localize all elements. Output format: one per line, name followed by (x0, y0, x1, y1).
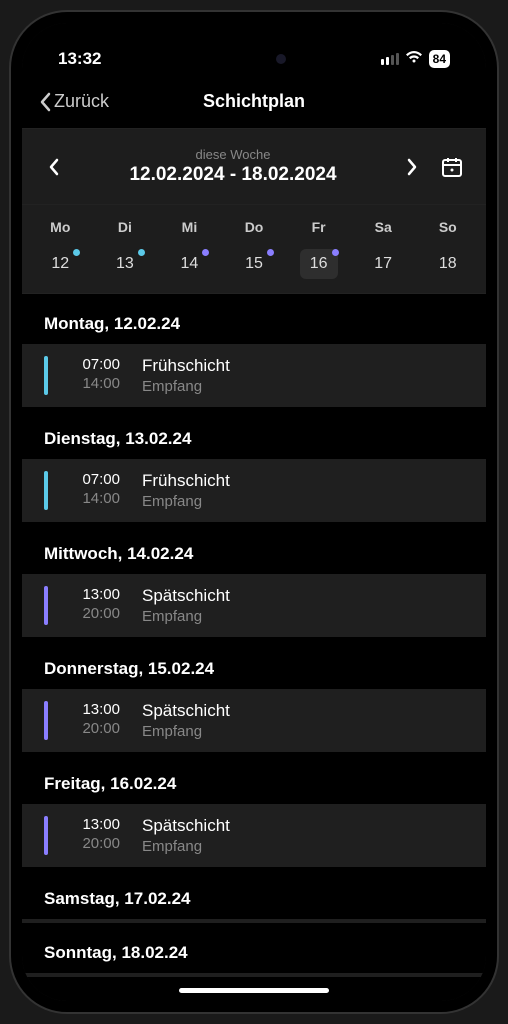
day-cell-fr[interactable]: Fr 16 (286, 219, 351, 279)
day-abbr: So (415, 219, 480, 235)
shift-info: Spätschicht Empfang (120, 816, 230, 855)
shift-times: 13:00 20:00 (48, 816, 120, 855)
week-range: 12.02.2024 - 18.02.2024 (78, 164, 388, 186)
next-week-button[interactable] (402, 157, 422, 177)
shift-row[interactable]: 07:00 14:00 Frühschicht Empfang (22, 459, 486, 522)
shift-info: Spätschicht Empfang (120, 586, 230, 625)
calendar-icon[interactable] (440, 155, 464, 179)
shift-dot-icon (138, 249, 145, 256)
shift-row[interactable]: 13:00 20:00 Spätschicht Empfang (22, 689, 486, 752)
shift-times: 13:00 20:00 (48, 586, 120, 625)
empty-day-row (22, 973, 486, 977)
shift-start: 13:00 (58, 586, 120, 603)
day-abbr: Fr (286, 219, 351, 235)
section-header: Freitag, 16.02.24 (22, 754, 486, 804)
prev-week-button[interactable] (44, 157, 64, 177)
shift-name: Frühschicht (142, 471, 230, 491)
section-header: Montag, 12.02.24 (22, 294, 486, 344)
section-header: Dienstag, 13.02.24 (22, 409, 486, 459)
shift-end: 14:00 (58, 490, 120, 507)
week-label: diese Woche (78, 147, 388, 162)
day-abbr: Do (222, 219, 287, 235)
shift-name: Spätschicht (142, 701, 230, 721)
status-time: 13:32 (58, 49, 101, 69)
day-abbr: Sa (351, 219, 416, 235)
day-number: 13 (116, 255, 134, 273)
week-display[interactable]: diese Woche 12.02.2024 - 18.02.2024 (78, 147, 388, 186)
shift-end: 20:00 (58, 605, 120, 622)
section-header: Donnerstag, 15.02.24 (22, 639, 486, 689)
home-indicator[interactable] (179, 988, 329, 993)
notch (194, 43, 314, 75)
section-header: Mittwoch, 14.02.24 (22, 524, 486, 574)
shift-end: 20:00 (58, 720, 120, 737)
day-number-wrap: 16 (300, 249, 338, 279)
day-number-wrap: 12 (41, 249, 79, 279)
day-cell-so[interactable]: So 18 (415, 219, 480, 279)
shift-start: 13:00 (58, 816, 120, 833)
shift-dot-icon (73, 249, 80, 256)
shift-dot-icon (202, 249, 209, 256)
shift-start: 07:00 (58, 471, 120, 488)
shift-dot-icon (267, 249, 274, 256)
day-number: 12 (51, 255, 69, 273)
day-number: 14 (181, 255, 199, 273)
shift-name: Spätschicht (142, 816, 230, 836)
section-header: Samstag, 17.02.24 (22, 869, 486, 919)
back-label: Zurück (54, 91, 109, 112)
day-cell-do[interactable]: Do 15 (222, 219, 287, 279)
day-number-wrap: 13 (106, 249, 144, 279)
shift-row[interactable]: 13:00 20:00 Spätschicht Empfang (22, 804, 486, 867)
app-screen: Zurück Schichtplan diese Woche 12.02.202… (22, 23, 486, 1001)
shift-end: 20:00 (58, 835, 120, 852)
week-navigator: diese Woche 12.02.2024 - 18.02.2024 (22, 129, 486, 205)
shift-times: 07:00 14:00 (48, 356, 120, 395)
back-button[interactable]: Zurück (38, 91, 109, 112)
day-abbr: Mi (157, 219, 222, 235)
shift-location: Empfang (142, 608, 230, 625)
shift-times: 07:00 14:00 (48, 471, 120, 510)
day-number: 17 (374, 255, 392, 273)
shift-row[interactable]: 13:00 20:00 Spätschicht Empfang (22, 574, 486, 637)
shift-location: Empfang (142, 838, 230, 855)
chevron-left-icon (38, 92, 52, 112)
phone-frame: 13:32 84 Zurück Schichtplan diese Woche … (11, 12, 497, 1012)
shift-start: 13:00 (58, 701, 120, 718)
day-cell-mo[interactable]: Mo 12 (28, 219, 93, 279)
battery-indicator: 84 (429, 50, 450, 68)
day-cell-mi[interactable]: Mi 14 (157, 219, 222, 279)
shift-end: 14:00 (58, 375, 120, 392)
signal-icon (381, 53, 399, 65)
day-number-wrap: 14 (170, 249, 208, 279)
shift-start: 07:00 (58, 356, 120, 373)
shift-dot-icon (332, 249, 339, 256)
day-abbr: Di (93, 219, 158, 235)
day-abbr: Mo (28, 219, 93, 235)
shift-location: Empfang (142, 723, 230, 740)
shift-name: Frühschicht (142, 356, 230, 376)
wifi-icon (405, 50, 423, 68)
shift-info: Spätschicht Empfang (120, 701, 230, 740)
schedule-list[interactable]: Montag, 12.02.24 07:00 14:00 Frühschicht… (22, 294, 486, 1001)
section-header: Sonntag, 18.02.24 (22, 923, 486, 973)
shift-info: Frühschicht Empfang (120, 471, 230, 510)
shift-times: 13:00 20:00 (48, 701, 120, 740)
nav-header: Zurück Schichtplan (22, 83, 486, 129)
day-cell-sa[interactable]: Sa 17 (351, 219, 416, 279)
day-strip: Mo 12 Di 13 Mi 14 Do 15 Fr 16 Sa 17 So 1… (22, 205, 486, 294)
shift-info: Frühschicht Empfang (120, 356, 230, 395)
day-cell-di[interactable]: Di 13 (93, 219, 158, 279)
shift-location: Empfang (142, 378, 230, 395)
day-number: 15 (245, 255, 263, 273)
shift-location: Empfang (142, 493, 230, 510)
day-number-wrap: 15 (235, 249, 273, 279)
shift-row[interactable]: 07:00 14:00 Frühschicht Empfang (22, 344, 486, 407)
day-number: 16 (310, 255, 328, 273)
day-number-wrap: 17 (364, 249, 402, 279)
shift-name: Spätschicht (142, 586, 230, 606)
day-number: 18 (439, 255, 457, 273)
day-number-wrap: 18 (429, 249, 467, 279)
